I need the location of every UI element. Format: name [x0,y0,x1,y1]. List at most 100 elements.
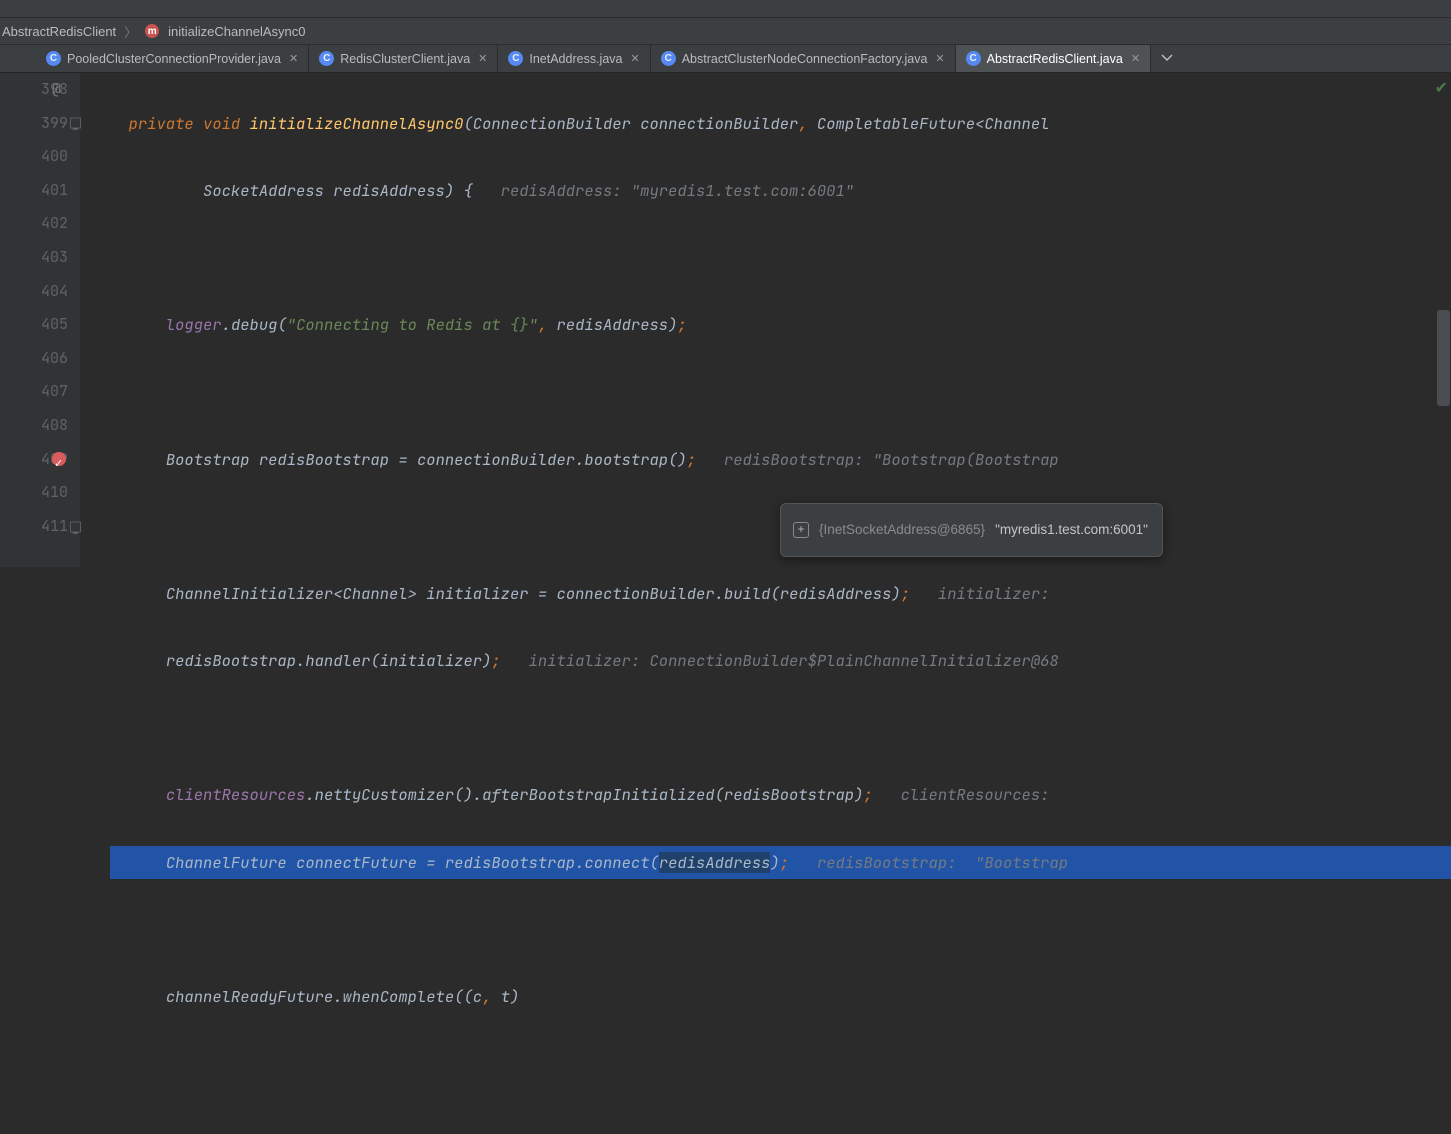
tab-label: RedisClusterClient.java [340,52,470,66]
type: ChannelInitializer [166,583,333,604]
line-number: 402 [41,213,68,233]
code-line[interactable] [110,241,1451,275]
method-name: initializeChannelAsync0 [250,113,464,134]
variable: redisBootstrap [166,650,296,671]
keyword: private [129,113,194,134]
override-icon: @ [52,73,61,107]
method-call: whenComplete [343,986,455,1007]
param: connectionBuilder [557,583,715,604]
code-line[interactable]: channelReadyFuture.whenComplete((c, t) [110,980,1451,1014]
code-line[interactable]: logger.debug("Connecting to Redis at {}"… [110,308,1451,342]
param: connectionBuilder [417,449,575,470]
param: redisAddress [557,314,669,335]
param: c [473,986,482,1007]
method-call: connect [584,852,649,873]
inline-hint: clientResources: [901,784,1059,805]
variable: connectFuture [296,852,417,873]
breakpoint-icon[interactable] [52,452,66,466]
close-icon[interactable]: ✕ [630,52,639,65]
type: Channel [343,583,408,604]
breadcrumb-class[interactable]: AbstractRedisClient [2,24,116,39]
param: redisAddress [333,180,445,201]
line-number: 400 [41,146,68,166]
code-line[interactable] [110,711,1451,745]
editor-tabs: C PooledClusterConnectionProvider.java ✕… [0,45,1451,73]
type: CompletableFuture [817,113,975,134]
variable: initializer [380,650,482,671]
type: ConnectionBuilder [473,113,631,134]
line-number: 407 [41,381,68,401]
line-number: 404 [41,281,68,301]
string-literal: "Connecting to Redis at {}" [287,314,538,335]
line-number: 410 [41,482,68,502]
inline-hint: initializer: [938,583,1059,604]
code-editor[interactable]: 398@ 399 400 401 402 403 404 405 406 407… [0,73,1451,567]
type: Bootstrap [166,449,250,470]
code-area[interactable]: private void initializeChannelAsync0(Con… [80,73,1451,567]
close-icon[interactable]: ✕ [935,52,944,65]
evaluate-tooltip[interactable]: + {InetSocketAddress@6865} "myredis1.tes… [780,503,1163,557]
code-line[interactable]: clientResources.nettyCustomizer().afterB… [110,778,1451,812]
code-line-current-execution[interactable]: ChannelFuture connectFuture = redisBoots… [110,846,1451,880]
breadcrumb-method[interactable]: initializeChannelAsync0 [168,24,305,39]
field: logger [166,314,222,335]
more-tabs-icon[interactable] [1151,51,1183,66]
method-call: handler [305,650,370,671]
tab-label: PooledClusterConnectionProvider.java [67,52,281,66]
type: SocketAddress [203,180,324,201]
code-line[interactable]: SocketAddress redisAddress) { redisAddre… [110,174,1451,208]
method-call: afterBootstrapInitialized [482,784,715,805]
type: Channel [984,113,1049,134]
method-icon: m [145,24,159,38]
close-icon[interactable]: ✕ [289,52,298,65]
variable: redisBootstrap [259,449,389,470]
tab-abstract-redis-client[interactable]: C AbstractRedisClient.java ✕ [956,45,1151,72]
tab-pooled-cluster[interactable]: C PooledClusterConnectionProvider.java ✕ [36,45,309,72]
tab-label: AbstractClusterNodeConnectionFactory.jav… [682,52,928,66]
java-class-icon: C [46,51,61,66]
line-number: 405 [41,314,68,334]
java-class-icon: C [661,51,676,66]
code-line[interactable]: Bootstrap redisBootstrap = connectionBui… [110,443,1451,477]
inline-hint: redisAddress: "myredis1.test.com:6001" [501,180,854,201]
inspection-ok-icon[interactable]: ✔ [1435,77,1448,98]
inline-hint: redisBootstrap: "Bootstrap(Bootstrap [724,449,1059,470]
field: clientResources [166,784,306,805]
chevron-right-icon: 〉 [120,22,141,41]
toolbar [0,0,1451,18]
code-line[interactable] [110,375,1451,409]
java-class-icon: C [966,51,981,66]
tooltip-value: "myredis1.test.com:6001" [995,513,1148,547]
tooltip-ref: {InetSocketAddress@6865} [819,513,985,547]
variable: initializer [426,583,528,604]
close-icon[interactable]: ✕ [1131,52,1140,65]
code-line[interactable]: private void initializeChannelAsync0(Con… [110,107,1451,141]
param: redisAddress [780,583,892,604]
tab-redis-cluster[interactable]: C RedisClusterClient.java ✕ [309,45,498,72]
param: connectionBuilder [640,113,798,134]
line-number: 411 [41,516,68,536]
gutter[interactable]: 398@ 399 400 401 402 403 404 405 406 407… [0,73,80,567]
code-line[interactable]: ChannelInitializer<Channel> initializer … [110,577,1451,611]
code-line[interactable] [110,913,1451,947]
tab-inet-address[interactable]: C InetAddress.java ✕ [498,45,650,72]
variable: channelReadyFuture [166,986,333,1007]
plus-icon[interactable]: + [793,522,809,538]
method-call: nettyCustomizer [315,784,455,805]
tab-abstract-cluster-node[interactable]: C AbstractClusterNodeConnectionFactory.j… [651,45,956,72]
code-line[interactable]: redisBootstrap.handler(initializer); ini… [110,644,1451,678]
tab-label: AbstractRedisClient.java [987,52,1123,66]
line-number: 406 [41,348,68,368]
line-number: 408 [41,415,68,435]
close-icon[interactable]: ✕ [478,52,487,65]
type: ChannelFuture [166,852,287,873]
param-selected: redisAddress [659,852,771,873]
method-call: bootstrap [584,449,668,470]
breadcrumb: AbstractRedisClient 〉 m initializeChanne… [0,18,1451,45]
inline-hint: redisBootstrap: "Bootstrap [817,852,1068,873]
vertical-scrollbar[interactable] [1437,310,1450,406]
java-class-icon: C [508,51,523,66]
line-number: 399 [41,113,68,133]
method-call: debug [231,314,278,335]
line-number: 403 [41,247,68,267]
